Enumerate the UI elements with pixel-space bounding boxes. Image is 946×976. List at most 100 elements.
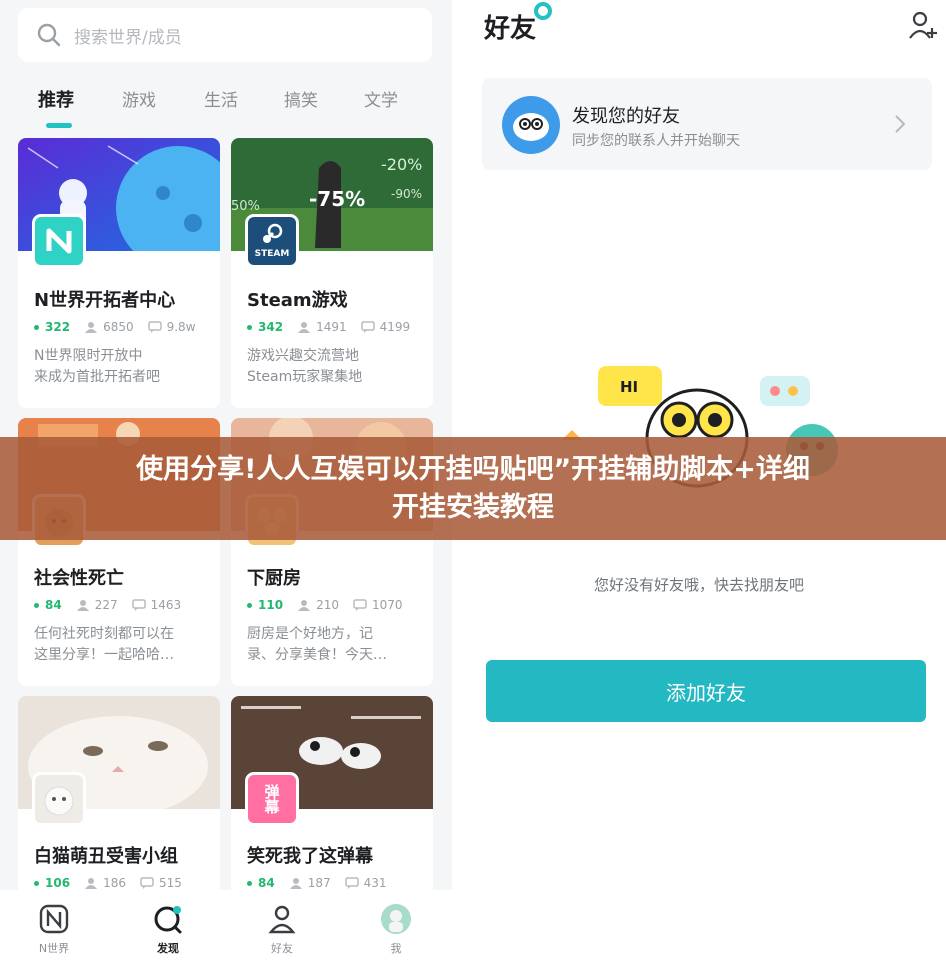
member-count: 1491 (316, 320, 347, 334)
nav-label: 好友 (271, 942, 293, 955)
posts-icon (140, 877, 154, 889)
card-title: 白猫萌丑受害小组 (34, 846, 178, 867)
hi-bubble-text: HI (620, 378, 638, 396)
online-count: 84 (258, 876, 275, 890)
posts-icon (353, 599, 367, 611)
member-count: 210 (316, 598, 339, 612)
member-count: 6850 (103, 320, 134, 334)
card-stats: 106 186 515 (34, 876, 182, 890)
nav-n-world[interactable]: N世界 (14, 902, 94, 956)
n-logo-icon (46, 228, 72, 254)
mascot-icon (513, 113, 549, 141)
tab-recommend[interactable]: 推荐 (38, 86, 74, 112)
chevron-right-icon (895, 115, 906, 133)
nav-discover[interactable]: 发现 (128, 902, 208, 956)
online-dot (34, 880, 39, 886)
steam-logo: STEAM (245, 214, 299, 268)
search-bar[interactable]: 搜索世界/成员 (18, 8, 432, 62)
tab-literature[interactable]: 文学 (364, 86, 398, 111)
friends-icon (268, 905, 296, 934)
nav-label: N世界 (38, 942, 70, 955)
svg-text:50%: 50% (231, 199, 260, 214)
cat-face-icon (44, 786, 74, 816)
search-icon (37, 23, 61, 47)
members-icon (85, 322, 98, 333)
post-count: 4199 (379, 320, 411, 334)
n-world-icon (39, 904, 69, 934)
card-description: 任何社死时刻都可以在 这里分享！一起哈哈… (34, 626, 174, 663)
member-count: 186 (103, 876, 126, 890)
card-title: 社会性死亡 (34, 568, 124, 589)
category-tabs: 推荐 游戏 生活 搞笑 文学 (18, 80, 432, 130)
banner-line-1: 使用分享!人人互娱可以开挂吗贴吧”开挂辅助脚本+详细 (136, 453, 810, 485)
tab-funny[interactable]: 搞笑 (284, 86, 318, 111)
members-icon (85, 878, 98, 889)
members-icon (76, 600, 89, 611)
card-title: 下厨房 (247, 568, 301, 589)
online-count: 110 (258, 598, 284, 612)
world-card[interactable]: N世界开拓者中心 322 6850 9.8w N世界限时开放中 来成为首批开拓者… (18, 138, 220, 408)
tab-games[interactable]: 游戏 (122, 86, 156, 111)
card-title: N世界开拓者中心 (34, 290, 176, 311)
add-friend-button[interactable]: 添加好友 (486, 660, 926, 722)
member-count: 187 (307, 876, 331, 890)
online-count: 106 (45, 876, 71, 890)
title-accent-dot (534, 2, 552, 20)
tab-life[interactable]: 生活 (204, 86, 238, 111)
discover-icon (154, 906, 182, 934)
card-stats: 322 6850 9.8w (34, 320, 196, 334)
discover-friends-row[interactable]: 发现您的好友 同步您的联系人并开始聊天 (482, 78, 932, 170)
nav-me[interactable]: 我 (356, 902, 436, 956)
posts-icon (360, 321, 375, 333)
online-dot (34, 602, 39, 608)
posts-icon (147, 321, 162, 333)
online-dot (34, 324, 39, 330)
members-icon (298, 600, 311, 611)
nav-label: 我 (390, 942, 402, 955)
group-avatar (32, 772, 86, 826)
post-count: 1463 (150, 598, 182, 612)
discover-friends-logo (502, 96, 560, 154)
card-stats: 84 227 1463 (34, 598, 181, 612)
n-world-logo (32, 214, 86, 268)
search-input[interactable]: 搜索世界/成员 (74, 23, 182, 48)
nav-label: 发现 (157, 942, 179, 955)
bottom-navigation: N世界 发现 好友 我 (0, 890, 452, 976)
svg-text:-90%: -90% (391, 187, 422, 201)
danmaku-avatar-text: 弹幕 (262, 784, 281, 814)
card-title: 笑死我了这弹幕 (247, 846, 373, 867)
members-icon (298, 322, 311, 333)
world-card[interactable]: 白猫萌丑受害小组 106 186 515 (18, 696, 220, 896)
post-count: 1070 (371, 598, 403, 612)
svg-text:-20%: -20% (381, 155, 422, 174)
online-dot (247, 880, 252, 886)
page-title: 好友 (484, 14, 537, 44)
online-count: 84 (45, 598, 62, 612)
empty-state-text: 您好没有好友哦，快去找朋友吧 (593, 576, 804, 594)
card-stats: 342 1491 4199 (247, 320, 410, 334)
discover-subtitle: 同步您的联系人并开始聊天 (572, 133, 740, 149)
online-dot (247, 324, 252, 330)
posts-icon (131, 599, 146, 611)
steam-icon (262, 223, 283, 243)
card-title: Steam游戏 (247, 290, 348, 311)
svg-text:-75%: -75% (309, 187, 365, 211)
group-avatar: 弹幕 (245, 772, 299, 826)
active-tab-indicator (46, 123, 72, 128)
card-description: N世界限时开放中 来成为首批开拓者吧 (34, 348, 160, 385)
member-count: 227 (94, 598, 118, 612)
card-stats: 84 187 431 (247, 876, 387, 890)
world-card[interactable]: 弹幕 笑死我了这弹幕 84 187 431 (231, 696, 433, 896)
add-friend-icon[interactable] (908, 10, 938, 40)
nav-friends[interactable]: 好友 (242, 902, 322, 956)
overlay-banner: 使用分享!人人互娱可以开挂吗贴吧”开挂辅助脚本+详细 开挂安装教程 (0, 437, 946, 540)
members-icon (289, 878, 302, 889)
world-card[interactable]: -75% -20% -90% 50% STEAM Steam游戏 342 149… (231, 138, 433, 408)
posts-icon (344, 877, 359, 889)
discover-title: 发现您的好友 (572, 106, 680, 127)
banner-line-2: 开挂安装教程 (392, 491, 554, 523)
post-count: 9.8w (166, 320, 196, 334)
post-count: 431 (363, 876, 387, 890)
online-count: 322 (45, 320, 71, 334)
post-count: 515 (158, 876, 182, 890)
